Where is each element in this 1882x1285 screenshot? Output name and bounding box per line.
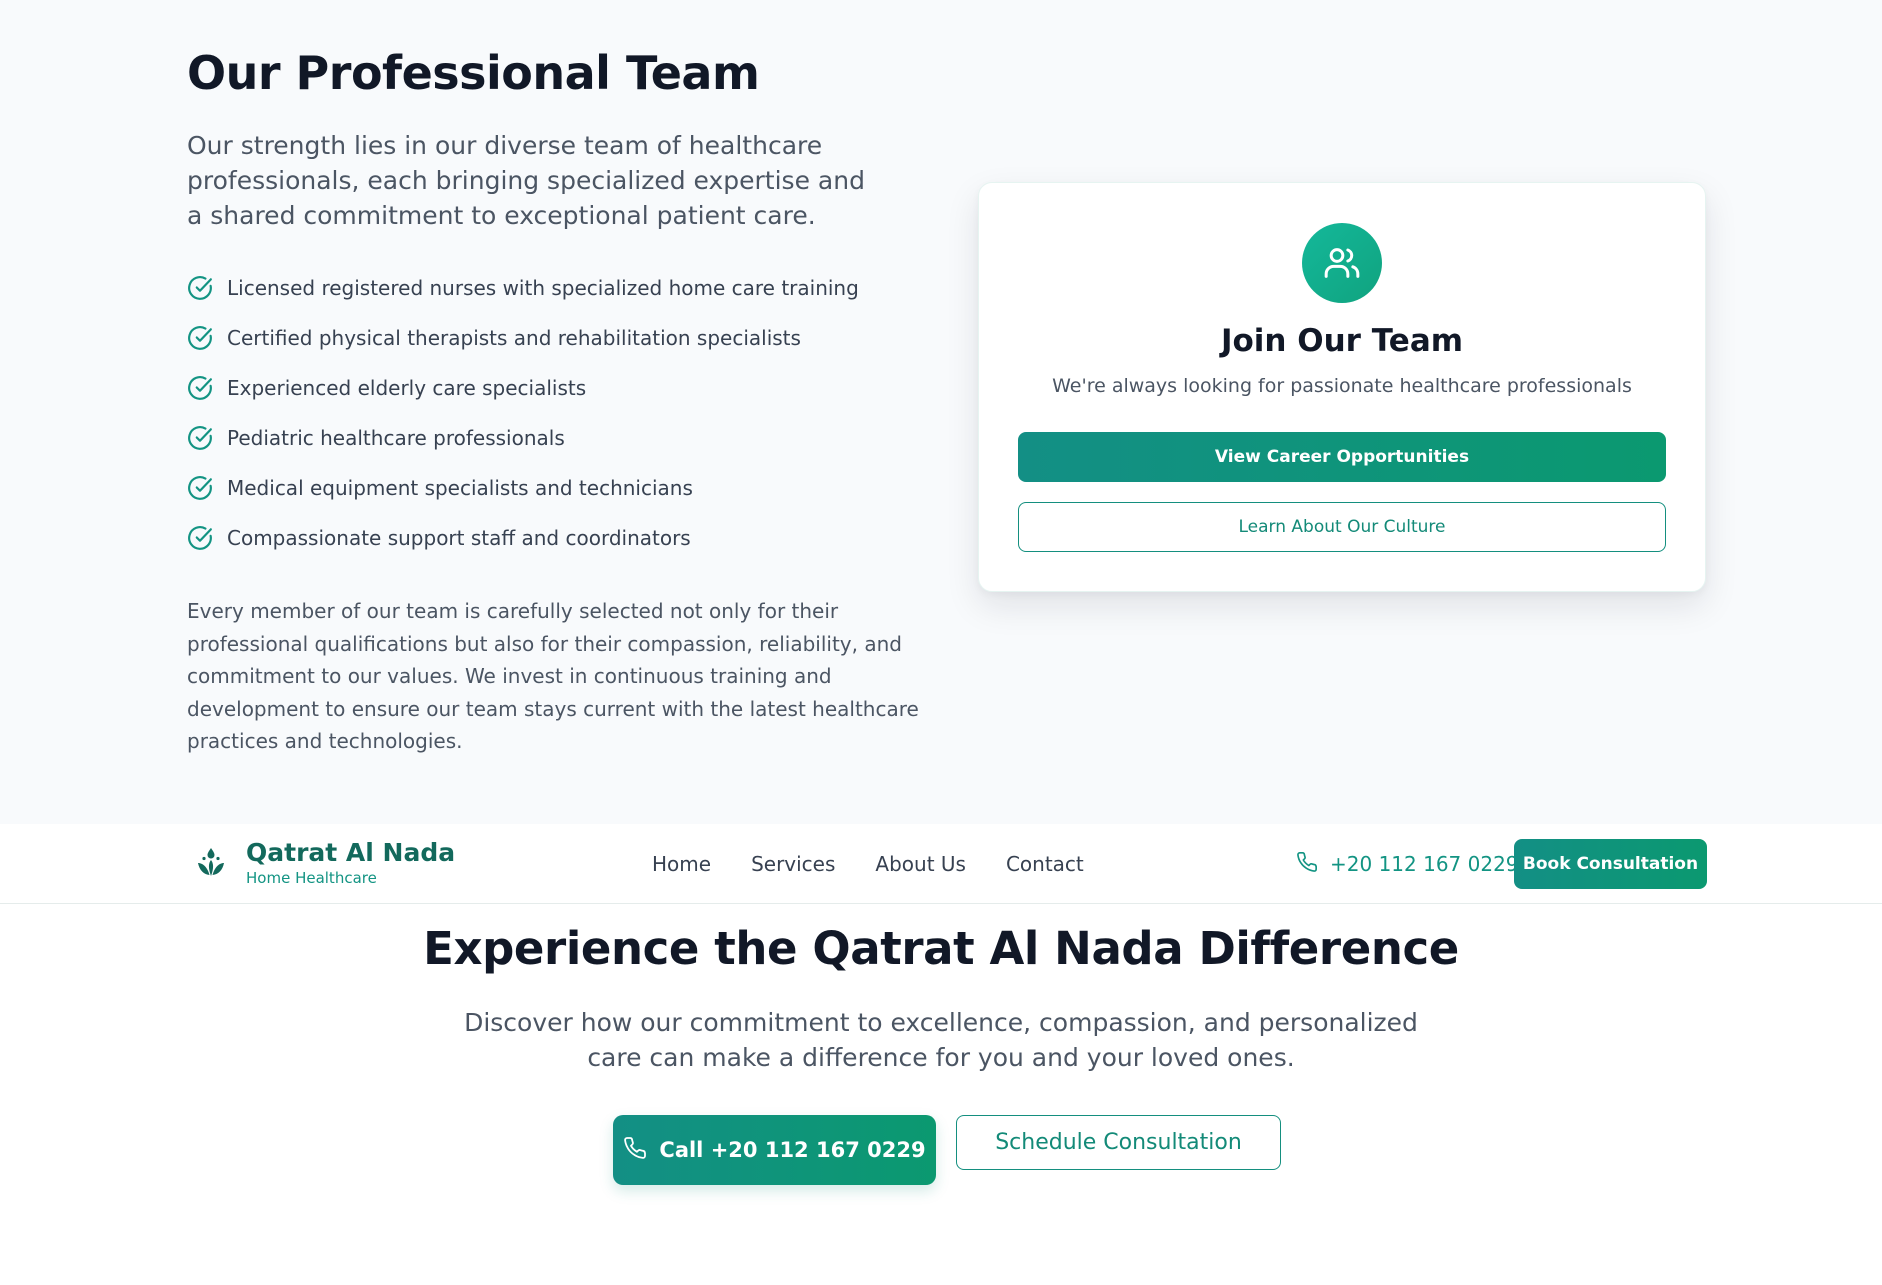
check-circle-icon (187, 425, 213, 451)
schedule-consultation-button[interactable]: Schedule Consultation (956, 1115, 1281, 1170)
nav-phone-link[interactable]: +20 112 167 0229 (1296, 824, 1519, 904)
team-feature-list: Licensed registered nurses with speciali… (187, 263, 859, 563)
brand-text: Qatrat Al Nada Home Healthcare (246, 838, 455, 888)
nav-link-contact[interactable]: Contact (1006, 852, 1084, 876)
nav-link-services[interactable]: Services (751, 852, 835, 876)
feature-text: Licensed registered nurses with speciali… (227, 276, 859, 300)
brand-tagline: Home Healthcare (246, 869, 377, 887)
team-intro: Our strength lies in our diverse team of… (187, 131, 865, 230)
list-item: Licensed registered nurses with speciali… (187, 263, 859, 313)
brand[interactable]: Qatrat Al Nada Home Healthcare (193, 838, 455, 888)
feature-text: Experienced elderly care specialists (227, 376, 587, 400)
nav-phone-number: +20 112 167 0229 (1330, 852, 1519, 876)
cta-title: Experience the Qatrat Al Nada Difference (423, 922, 1459, 975)
call-button-label: Call +20 112 167 0229 (659, 1138, 926, 1162)
navbar: Qatrat Al Nada Home Healthcare Home Serv… (0, 824, 1882, 904)
check-circle-icon (187, 475, 213, 501)
learn-about-culture-button[interactable]: Learn About Our Culture (1018, 502, 1666, 552)
book-consultation-button[interactable]: Book Consultation (1514, 839, 1707, 889)
check-circle-icon (187, 525, 213, 551)
list-item: Pediatric healthcare professionals (187, 413, 859, 463)
phone-icon (623, 1136, 647, 1165)
feature-text: Medical equipment specialists and techni… (227, 476, 693, 500)
list-item: Medical equipment specialists and techni… (187, 463, 859, 513)
water-drop-lotus-icon (193, 845, 229, 881)
team-description: Every member of our team is carefully se… (187, 599, 919, 753)
join-team-card: Join Our Team We're always looking for p… (978, 182, 1706, 592)
feature-text: Pediatric healthcare professionals (227, 426, 565, 450)
check-circle-icon (187, 375, 213, 401)
check-circle-icon (187, 275, 213, 301)
nav-link-about-us[interactable]: About Us (875, 852, 966, 876)
list-item: Certified physical therapists and rehabi… (187, 313, 859, 363)
brand-name: Qatrat Al Nada (246, 838, 456, 867)
call-button[interactable]: Call +20 112 167 0229 (613, 1115, 936, 1185)
team-section: Our Professional Team Our strength lies … (0, 0, 1882, 824)
list-item: Experienced elderly care specialists (187, 363, 859, 413)
feature-text: Compassionate support staff and coordina… (227, 526, 691, 550)
phone-icon (1296, 851, 1318, 878)
join-card-title: Join Our Team (1220, 323, 1464, 359)
list-item: Compassionate support staff and coordina… (187, 513, 859, 563)
cta-subtitle: Discover how our commitment to excellenc… (464, 1008, 1418, 1072)
nav-links: Home Services About Us Contact (652, 824, 1124, 904)
view-career-opportunities-button[interactable]: View Career Opportunities (1018, 432, 1666, 482)
join-card-subtitle: We're always looking for passionate heal… (1052, 375, 1632, 397)
users-icon (1302, 223, 1382, 303)
nav-link-home[interactable]: Home (652, 852, 711, 876)
team-title: Our Professional Team (187, 46, 760, 100)
feature-text: Certified physical therapists and rehabi… (227, 326, 801, 350)
check-circle-icon (187, 325, 213, 351)
